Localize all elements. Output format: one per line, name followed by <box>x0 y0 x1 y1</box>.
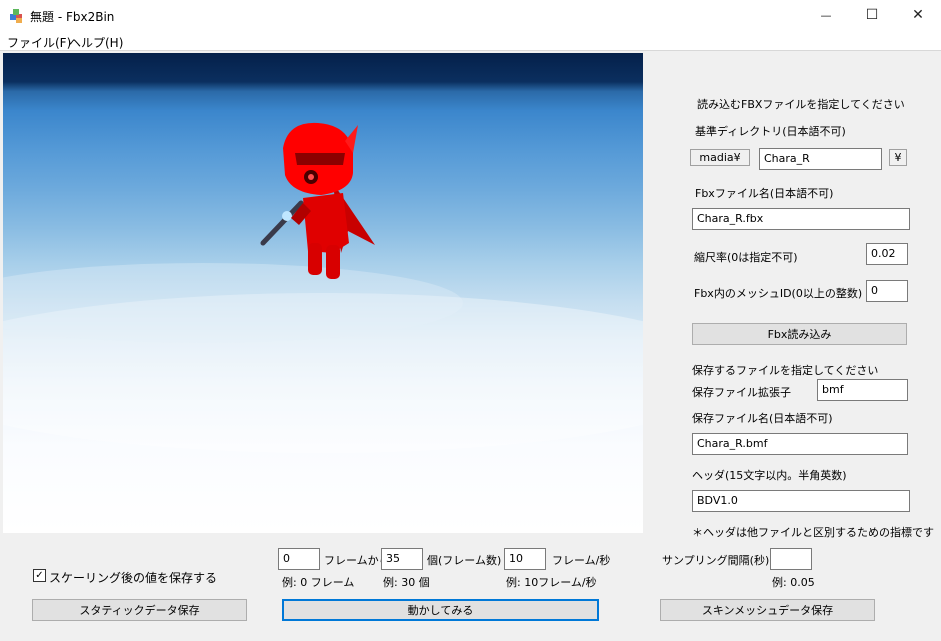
menu-help[interactable]: ヘルプ(H) <box>69 34 123 51</box>
frame-count-input[interactable]: 35 <box>381 548 423 570</box>
save-ext-input[interactable]: bmf <box>817 379 908 401</box>
static-save-button[interactable]: スタティックデータ保存 <box>32 599 247 621</box>
mesh-id-input[interactable]: 0 <box>866 280 908 302</box>
mesh-id-label: Fbx内のメッシュID(0以上の整数) <box>694 287 863 300</box>
window-title: 無題 - Fbx2Bin <box>30 10 115 24</box>
close-icon: ✕ <box>912 7 924 23</box>
base-dir-label: 基準ディレクトリ(日本語不可) <box>695 125 846 138</box>
frame-from-input[interactable]: 0 <box>278 548 320 570</box>
frame-count-label: 個(フレーム数) <box>427 554 502 567</box>
menu-file[interactable]: ファイル(F) <box>7 34 71 51</box>
character-model <box>3 122 643 453</box>
maximize-icon: ☐ <box>865 7 879 23</box>
close-button[interactable]: ✕ <box>895 0 941 30</box>
base-dir-suffix: ¥ <box>889 149 907 166</box>
save-instruction: 保存するファイルを指定してください <box>692 364 879 377</box>
sampling-label: サンプリング間隔(秒) <box>662 554 770 567</box>
staff-gem <box>282 211 292 221</box>
scaling-checkbox-label[interactable]: スケーリング後の値を保存する <box>49 569 217 586</box>
frame-from-example: 例: 0 フレーム <box>282 576 355 589</box>
menu-bar: ファイル(F) ヘルプ(H) <box>0 30 941 51</box>
fps-label: フレーム/秒 <box>552 554 611 567</box>
scaling-checkbox[interactable]: ✓ <box>33 569 46 582</box>
minimize-icon: — <box>820 8 832 22</box>
fps-input[interactable]: 10 <box>504 548 546 570</box>
app-cube-icon <box>10 9 22 23</box>
header-input[interactable]: BDV1.0 <box>692 490 910 512</box>
fbx-name-label: Fbxファイル名(日本語不可) <box>695 187 834 200</box>
base-dir-input[interactable]: Chara_R <box>759 148 882 170</box>
save-name-label: 保存ファイル名(日本語不可) <box>692 412 833 425</box>
fbx-load-button[interactable]: Fbx読み込み <box>692 323 907 345</box>
sampling-input[interactable] <box>770 548 812 570</box>
title-bar: 無題 - Fbx2Bin — ☐ ✕ <box>0 0 941 30</box>
scale-input[interactable]: 0.02 <box>866 243 908 265</box>
frame-from-label: フレームから <box>324 554 390 567</box>
skin-save-button[interactable]: スキンメッシュデータ保存 <box>660 599 875 621</box>
frame-count-example: 例: 30 個 <box>383 576 430 589</box>
animate-button[interactable]: 動かしてみる <box>282 599 599 621</box>
maximize-button[interactable]: ☐ <box>849 0 895 30</box>
sampling-example: 例: 0.05 <box>772 576 815 589</box>
minimize-button[interactable]: — <box>803 0 849 30</box>
scale-label: 縮尺率(0は指定不可) <box>694 251 798 264</box>
header-note: ＊ヘッダは他ファイルと区別するための指標です <box>692 526 934 539</box>
render-viewport[interactable] <box>3 53 643 533</box>
base-dir-prefix: madia¥ <box>690 149 750 166</box>
load-instruction: 読み込むFBXファイルを指定してください <box>697 98 905 111</box>
staff-shape <box>260 200 304 246</box>
header-label: ヘッダ(15文字以内。半角英数) <box>692 469 847 482</box>
save-name-input[interactable]: Chara_R.bmf <box>692 433 908 455</box>
save-ext-label: 保存ファイル拡張子 <box>692 386 791 399</box>
fbx-name-input[interactable]: Chara_R.fbx <box>692 208 910 230</box>
fps-example: 例: 10フレーム/秒 <box>506 576 597 589</box>
check-icon: ✓ <box>35 570 44 581</box>
